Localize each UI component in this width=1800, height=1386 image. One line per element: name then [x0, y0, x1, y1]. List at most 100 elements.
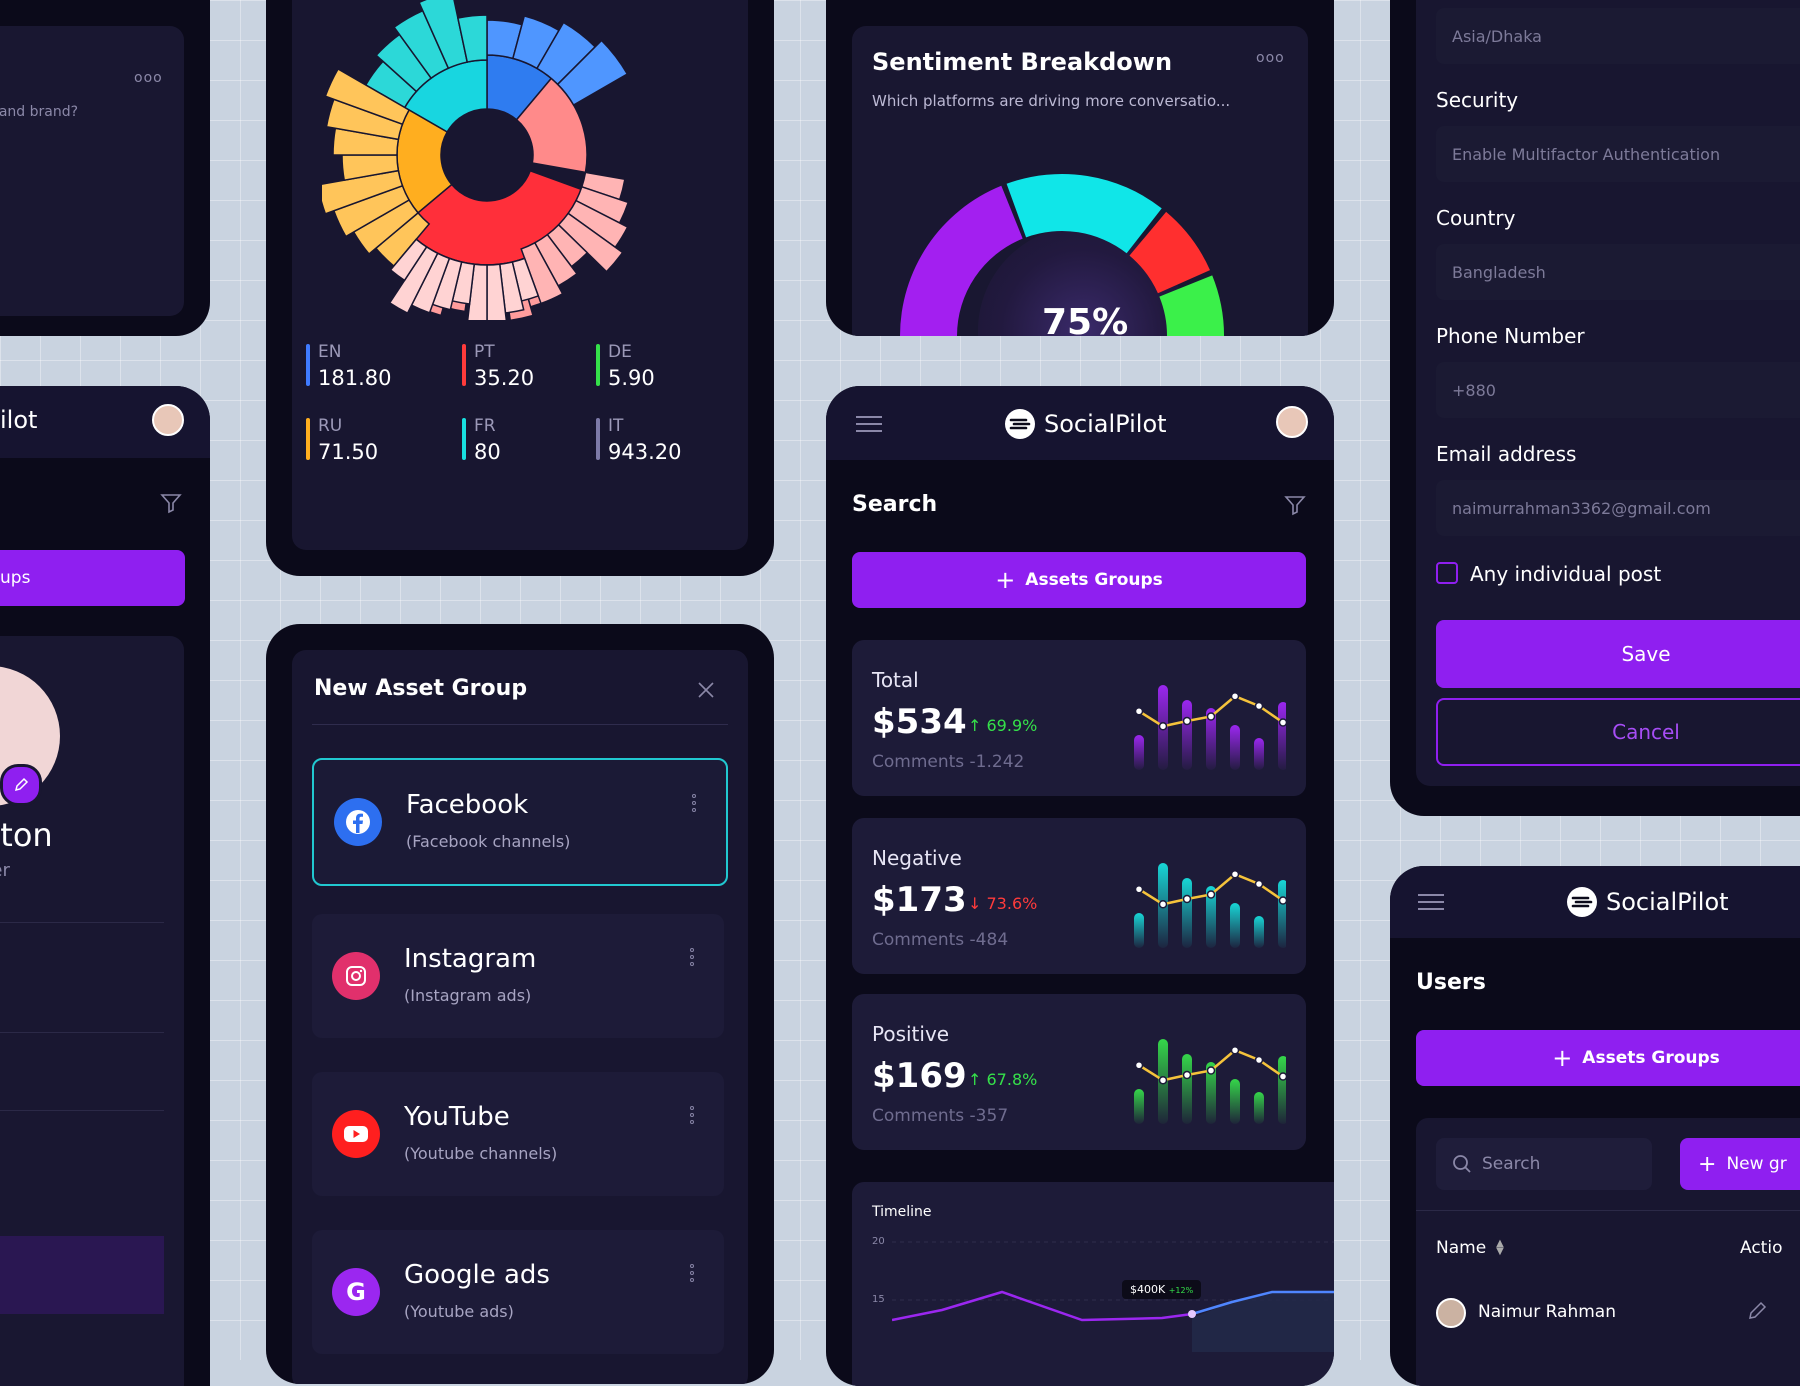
assets-groups-button[interactable]: + Assets Groups [852, 552, 1306, 608]
edit-icon[interactable] [1746, 1300, 1768, 1322]
panel-settings: Asia/Dhaka Security Enable Multifactor A… [1390, 0, 1800, 816]
stat-value: $534 [872, 702, 967, 742]
legend-color-bar [596, 344, 600, 386]
close-icon[interactable] [696, 680, 716, 700]
panel-users: SocialPilot Users + Assets Groups Search… [1390, 866, 1800, 1386]
more-vertical-icon[interactable] [690, 948, 694, 970]
section-title: Search [852, 492, 938, 517]
brand-logo: SocialPilot [1004, 408, 1167, 440]
donut-segment [900, 185, 1023, 336]
panel-sunburst: EN 181.80 PT 35.20 DE 5.90 RU 71.50 FR 80 IT 943.20 [266, 0, 774, 576]
avatar[interactable] [152, 404, 184, 436]
legend-value: 35.20 [474, 366, 535, 390]
donut-segment [1006, 174, 1162, 254]
email-field[interactable]: naimurrahman3362@gmail.com [1436, 480, 1800, 536]
more-icon[interactable]: ooo [1256, 50, 1285, 66]
stat-value: $169 [872, 1056, 967, 1096]
assets-groups-button[interactable]: ups [0, 550, 185, 606]
mini-point [1230, 692, 1240, 701]
stat-title: Negative [872, 846, 962, 870]
settings-form: Asia/Dhaka Security Enable Multifactor A… [1416, 0, 1800, 786]
asset-item-facebook[interactable]: Facebook (Facebook channels) [312, 758, 728, 886]
mini-chart [1134, 685, 1286, 770]
phone-field[interactable]: +880 [1436, 362, 1800, 418]
menu-icon[interactable] [856, 416, 882, 432]
divider [312, 724, 728, 725]
divider [1416, 1210, 1800, 1211]
search-input[interactable]: Search [1436, 1138, 1652, 1190]
new-group-button[interactable]: + New gr [1680, 1138, 1800, 1190]
mini-point [1230, 1046, 1240, 1055]
sentiment-percent: 75% [1042, 302, 1129, 336]
legend-item: FR 80 [462, 416, 501, 464]
stat-card-negative[interactable]: Negative $173 ↓ 73.6% Comments -484 [852, 818, 1306, 974]
y-tick: 15 [872, 1294, 885, 1305]
timeline-tooltip: $400K +12% [1122, 1280, 1202, 1299]
asset-item-google-ads[interactable]: G Google ads (Youtube ads) [312, 1230, 724, 1354]
mini-point [1230, 870, 1240, 879]
filter-icon[interactable] [1284, 494, 1306, 516]
avatar[interactable] [1276, 406, 1308, 438]
panel-new-asset-group: New Asset Group Facebook (Facebook chann… [266, 624, 774, 1384]
more-vertical-icon[interactable] [690, 1106, 694, 1128]
stat-comments: Comments -484 [872, 930, 1009, 950]
mini-chart [1134, 863, 1286, 948]
stat-value: $173 [872, 880, 967, 920]
checkbox-label: Any individual post [1470, 562, 1662, 586]
socialpilot-logo-icon [1005, 409, 1035, 439]
menu-icon[interactable] [1418, 894, 1444, 910]
legend-item: IT 943.20 [596, 416, 681, 464]
asset-subtitle: (Youtube ads) [404, 1302, 514, 1321]
cancel-button[interactable]: Cancel [1436, 698, 1800, 766]
mini-bar [1182, 1054, 1192, 1124]
mini-bar [1182, 700, 1192, 770]
asset-item-instagram[interactable]: Instagram (Instagram ads) [312, 914, 724, 1038]
save-button[interactable]: Save [1436, 620, 1800, 688]
legend-value: 71.50 [318, 440, 379, 464]
legend-color-bar [462, 418, 466, 460]
mini-bar [1278, 1056, 1286, 1124]
more-vertical-icon[interactable] [690, 1264, 694, 1286]
card-subtitle: nt and brand? [0, 104, 79, 120]
timezone-field[interactable]: Asia/Dhaka [1436, 8, 1800, 64]
divider [0, 1110, 164, 1111]
security-field[interactable]: Enable Multifactor Authentication [1436, 126, 1800, 182]
column-header-name[interactable]: Name ▲ ▼ [1436, 1238, 1504, 1258]
timeline-card: Timeline 20 15 $400K +12% [852, 1182, 1334, 1386]
modal-title: New Asset Group [314, 676, 528, 701]
assets-groups-button[interactable]: + Assets Groups [1416, 1030, 1800, 1086]
filter-icon[interactable] [160, 492, 182, 514]
stat-card-total[interactable]: Total $534 ↑ 69.9% Comments -1.242 [852, 640, 1306, 796]
google-icon: G [332, 1268, 380, 1316]
country-label: Country [1436, 206, 1516, 230]
mini-bar [1230, 903, 1240, 948]
brand-name: SocialPilot [1606, 888, 1729, 916]
asset-item-youtube[interactable]: YouTube (Youtube channels) [312, 1072, 724, 1196]
mini-point [1278, 1072, 1286, 1081]
mini-bar [1278, 880, 1286, 948]
brand-logo: SocialPilot [1566, 886, 1729, 918]
stat-comments: Comments -357 [872, 1106, 1009, 1126]
mini-point [1182, 716, 1192, 726]
column-header-actions: Actio [1740, 1238, 1783, 1258]
stat-card-positive[interactable]: Positive $169 ↑ 67.8% Comments -357 [852, 994, 1306, 1150]
country-field[interactable]: Bangladesh [1436, 244, 1800, 300]
sentiment-subtitle: Which platforms are driving more convers… [872, 92, 1231, 110]
legend-value: 181.80 [318, 366, 392, 390]
section-title: Users [1416, 970, 1486, 995]
mini-bar [1134, 1089, 1144, 1124]
legend-color-bar [306, 418, 310, 460]
mini-point [1278, 896, 1286, 905]
more-icon[interactable]: ooo [134, 70, 163, 86]
edit-photo-button[interactable] [0, 764, 42, 806]
mini-point [1254, 879, 1264, 889]
individual-post-checkbox[interactable] [1436, 562, 1458, 584]
timeline-title: Timeline [872, 1204, 932, 1220]
stat-delta: ↑ 69.9% [968, 716, 1038, 735]
search-placeholder: Search [1482, 1154, 1541, 1174]
stat-delta: ↓ 73.6% [968, 894, 1038, 913]
mini-point [1182, 1070, 1192, 1080]
sentiment-card: Sentiment Breakdown Which platforms are … [852, 26, 1308, 336]
mini-bar [1230, 1079, 1240, 1124]
more-vertical-icon[interactable] [692, 794, 696, 816]
